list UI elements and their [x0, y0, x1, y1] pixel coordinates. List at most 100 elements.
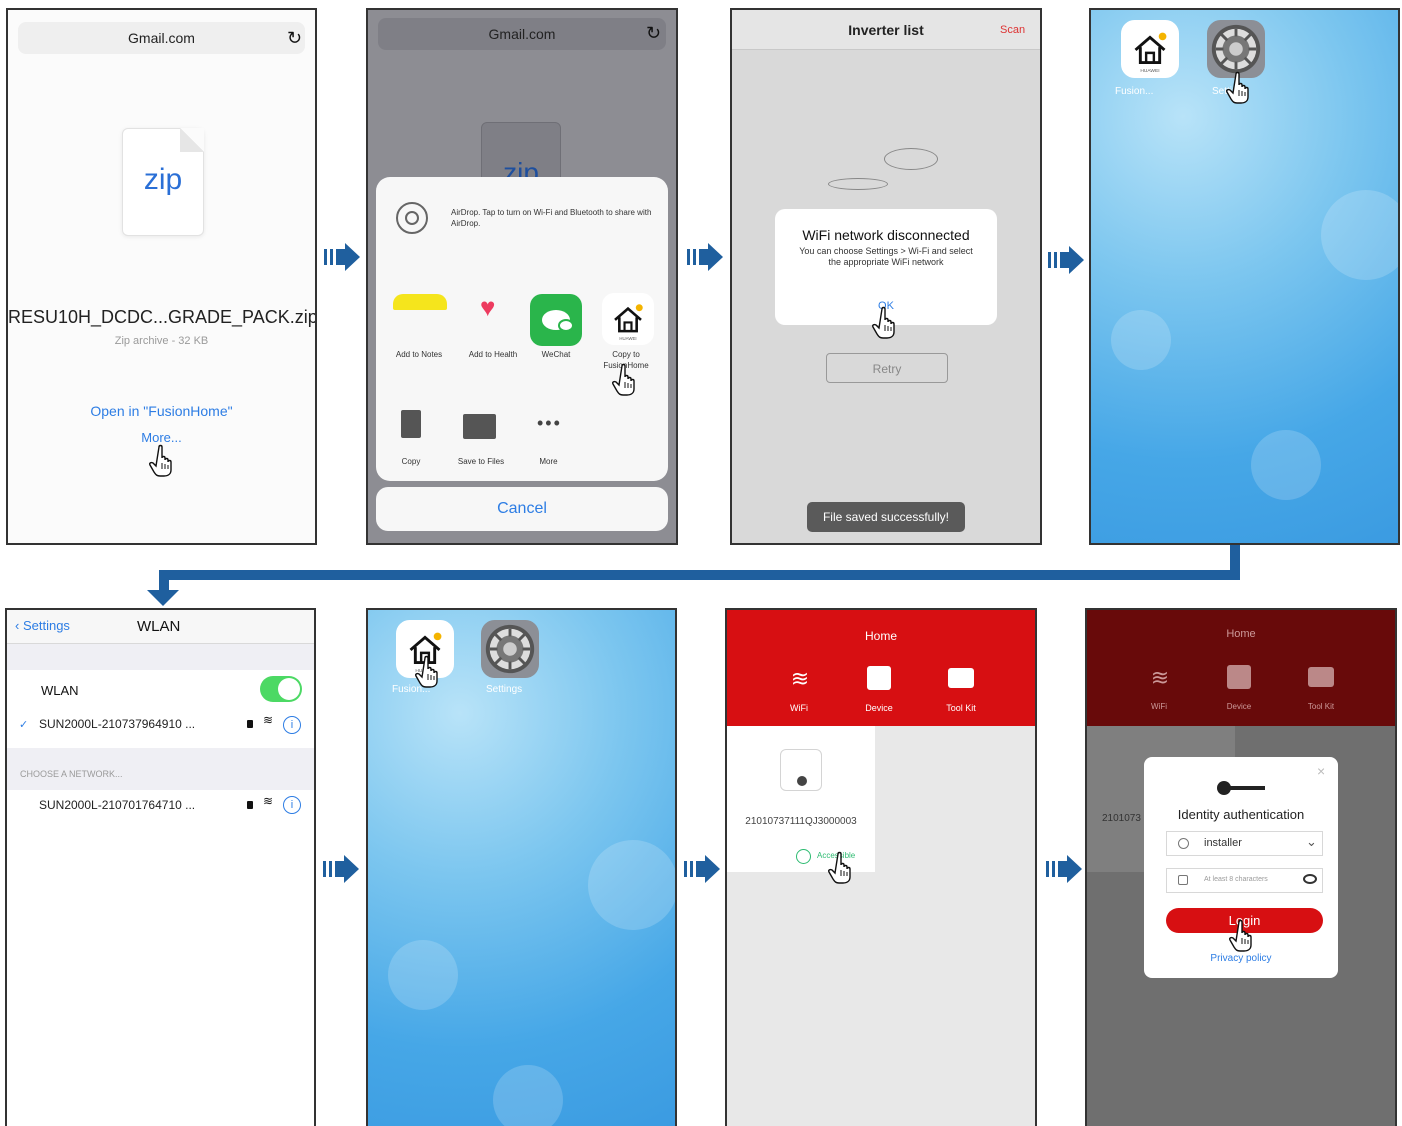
retry-button[interactable]: Retry: [826, 353, 948, 383]
airdrop-icon[interactable]: [396, 202, 428, 234]
url-text: Gmail.com: [128, 30, 195, 46]
screen-device-home: Home ≋ WiFi Device Tool Kit 21010737111Q…: [725, 608, 1037, 1126]
dialog-title: WiFi network disconnected: [802, 227, 970, 243]
more-dots-icon[interactable]: •••: [537, 413, 562, 434]
toolkit-icon: [1308, 667, 1334, 687]
action-copy[interactable]: Copy: [386, 456, 436, 467]
cancel-button[interactable]: Cancel: [376, 487, 668, 531]
url-bar[interactable]: Gmail.com: [18, 22, 305, 54]
partial-serial: 2101073: [1102, 813, 1141, 824]
eye-icon[interactable]: [1303, 874, 1317, 884]
user-icon: [1178, 838, 1189, 849]
zip-label: zip: [143, 163, 183, 196]
lock-icon: [247, 720, 253, 728]
device-serial: 21010737111QJ3000003: [745, 816, 857, 827]
wlan-label: WLAN: [41, 683, 79, 698]
wifi-icon: ≋: [263, 713, 274, 727]
file-name: RESU10H_DCDC...GRADE_PACK.zip: [8, 307, 317, 327]
hand-pointer-icon: [415, 654, 445, 688]
wlan-toggle[interactable]: [260, 676, 302, 702]
flow-arrow-4: [322, 854, 360, 884]
settings-gear-icon[interactable]: [481, 620, 539, 678]
app-label-notes[interactable]: Add to Notes: [384, 349, 454, 360]
lock-icon: [1178, 875, 1188, 885]
screen-wlan-settings: ‹ Settings WLAN WLAN ✓ SUN2000L-21073796…: [5, 608, 316, 1126]
tab-wifi[interactable]: WiFi: [777, 703, 821, 713]
ufo-illustration: [828, 140, 948, 200]
chevron-down-icon[interactable]: ⌄: [1306, 834, 1317, 850]
hand-pointer-icon: [612, 362, 642, 396]
connected-network[interactable]: SUN2000L-210737964910 ...: [39, 717, 195, 731]
toolkit-icon[interactable]: [948, 668, 974, 688]
flow-arrow-3: [1047, 245, 1085, 275]
action-more[interactable]: More: [526, 456, 571, 467]
username-value: installer: [1204, 837, 1242, 849]
row-connector: [159, 570, 169, 590]
other-network[interactable]: SUN2000L-210701764710 ...: [39, 798, 195, 812]
app-label-wechat[interactable]: WeChat: [526, 349, 586, 360]
page-title: Home: [864, 629, 897, 643]
page-title: Inverter list: [848, 22, 924, 38]
tab-device[interactable]: Device: [1213, 702, 1265, 711]
dialog-text: You can choose Settings > Wi-Fi and sele…: [799, 246, 973, 267]
wechat-icon[interactable]: [530, 294, 582, 346]
url-bar[interactable]: Gmail.com: [378, 18, 666, 50]
reload-icon[interactable]: ↻: [287, 28, 302, 49]
hand-pointer-icon: [149, 443, 179, 477]
device-icon: [1227, 665, 1251, 689]
device-card-icon: [780, 749, 822, 791]
info-icon[interactable]: i: [283, 716, 301, 734]
tab-device[interactable]: Device: [853, 703, 905, 713]
screen-identity-auth: Home ≋ WiFi Device Tool Kit 2101073 × Id…: [1085, 608, 1397, 1126]
page-title: WLAN: [137, 618, 181, 635]
app-label-health[interactable]: Add to Health: [464, 349, 522, 360]
wifi-icon: ≋: [263, 794, 274, 808]
hand-pointer-icon: [1229, 918, 1259, 952]
privacy-link[interactable]: Privacy policy: [1144, 953, 1338, 964]
access-icon: [796, 849, 811, 864]
fusionhome-icon[interactable]: [602, 293, 654, 345]
info-icon[interactable]: i: [283, 796, 301, 814]
tab-wifi[interactable]: WiFi: [1137, 702, 1181, 711]
password-field[interactable]: At least 8 characters: [1166, 868, 1323, 893]
key-icon: [1217, 781, 1267, 795]
back-label: Settings: [22, 618, 70, 633]
scan-button[interactable]: Scan: [1000, 24, 1025, 36]
airdrop-text: AirDrop. Tap to turn on Wi-Fi and Blueto…: [451, 208, 652, 228]
copy-icon[interactable]: [401, 410, 421, 438]
hand-pointer-icon: [828, 850, 858, 884]
screen-zip-download: Gmail.com ↻ zip RESU10H_DCDC...GRADE_PAC…: [6, 8, 317, 545]
screen-home-fusion: Fusion... Settings: [366, 608, 677, 1126]
flow-arrow-1: [323, 242, 361, 272]
device-icon[interactable]: [867, 666, 891, 690]
screen-home-settings: Fusion... Settings: [1089, 8, 1400, 545]
file-subtitle: Zip archive - 32 KB: [114, 335, 209, 347]
heart-icon[interactable]: ♥: [480, 294, 495, 320]
zip-file-icon: zip: [122, 128, 204, 236]
action-save-to-files[interactable]: Save to Files: [446, 456, 516, 467]
tab-toolkit[interactable]: Tool Kit: [1292, 702, 1350, 711]
folder-icon[interactable]: [463, 414, 496, 439]
username-field[interactable]: installer ⌄: [1166, 831, 1323, 856]
lock-icon: [247, 801, 253, 809]
app-label-settings: Settings: [486, 684, 523, 695]
wifi-icon[interactable]: ≋: [785, 666, 815, 692]
choose-network-label: CHOOSE A NETWORK...: [20, 769, 123, 779]
hand-pointer-icon: [1226, 70, 1256, 104]
check-icon: ✓: [19, 719, 29, 731]
back-button[interactable]: ‹ Settings: [15, 618, 70, 633]
open-in-link[interactable]: Open in "FusionHome": [8, 403, 315, 419]
tab-toolkit[interactable]: Tool Kit: [932, 703, 990, 713]
hand-pointer-icon: [872, 305, 902, 339]
wifi-icon: ≋: [1150, 665, 1170, 690]
notes-icon[interactable]: [393, 294, 447, 310]
flow-arrow-5: [683, 854, 721, 884]
close-icon[interactable]: ×: [1317, 763, 1325, 779]
reload-icon[interactable]: ↻: [646, 23, 661, 44]
down-arrow: [147, 590, 179, 606]
share-sheet: AirDrop. Tap to turn on Wi-Fi and Blueto…: [376, 177, 668, 481]
toast-message: File saved successfully!: [807, 502, 965, 532]
flow-arrow-2: [686, 242, 724, 272]
fusionhome-icon[interactable]: [1121, 20, 1179, 78]
flow-arrow-6: [1045, 854, 1083, 884]
